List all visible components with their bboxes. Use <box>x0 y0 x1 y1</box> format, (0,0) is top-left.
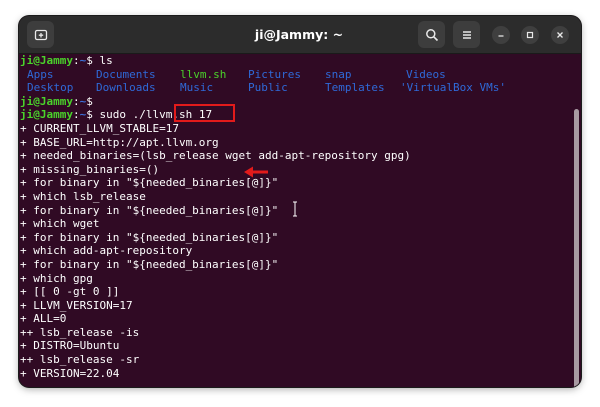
window-title: ji@Jammy: ~ <box>254 27 344 42</box>
highlight-box <box>174 104 235 122</box>
prompt-separator: : <box>72 108 80 122</box>
prompt-user: ji@Jammy <box>20 54 73 67</box>
ls-item-directory: 'VirtualBox VMs' <box>400 81 506 95</box>
search-icon <box>425 28 438 41</box>
ls-item-directory: Apps <box>27 67 54 81</box>
terminal-window: ji@Jammy: ~ ji@Jammy:~$ ls Apps Document… <box>19 16 581 387</box>
ls-item-directory: Music <box>180 81 214 95</box>
output-line: + which add-apt-repository <box>20 244 193 258</box>
output-line: + BASE_URL=http://apt.llvm.org <box>20 135 219 149</box>
ls-item-directory: Pictures <box>248 67 301 81</box>
output-line: + CURRENT_LLVM_STABLE=17 <box>20 121 179 135</box>
ls-item-directory: Templates <box>325 81 385 95</box>
close-button[interactable] <box>551 26 569 44</box>
prompt-separator: : <box>72 94 80 108</box>
output-line: + VERSION=22.04 <box>20 366 120 380</box>
output-line: + DISTRO=Ubuntu <box>20 339 120 353</box>
output-line: + ALL=0 <box>20 312 67 326</box>
maximize-icon <box>526 31 534 39</box>
ls-output-row: Apps Documents llvm.sh Pictures snap Vid… <box>20 68 572 82</box>
ls-item-directory: Downloads <box>96 81 156 95</box>
ls-item-directory: Videos <box>406 67 446 81</box>
minimize-button[interactable] <box>492 26 510 44</box>
ls-item-directory: Desktop <box>27 81 74 95</box>
ls-output-row: Desktop Downloads Music Public Templates… <box>20 81 572 95</box>
output-line: + for binary in "${needed_binaries[@]}" <box>20 176 279 190</box>
new-tab-button[interactable] <box>27 21 54 48</box>
red-arrow-icon <box>244 166 268 178</box>
output-line: + for binary in "${needed_binaries[@]}" <box>20 257 279 271</box>
terminal-output[interactable]: ji@Jammy:~$ ls Apps Documents llvm.sh Pi… <box>19 54 572 387</box>
search-button[interactable] <box>418 21 445 48</box>
prompt-symbol: $ <box>86 54 93 67</box>
text-cursor-icon <box>293 201 297 217</box>
prompt-user: ji@Jammy <box>20 94 73 108</box>
maximize-button[interactable] <box>521 26 539 44</box>
prompt-line: ji@Jammy:~$ sudo ./llvm.sh 17 <box>20 108 572 122</box>
menu-button[interactable] <box>453 21 480 48</box>
output-line: + which gpg <box>20 271 93 285</box>
prompt-line: ji@Jammy:~$ ls <box>20 54 572 68</box>
scrollbar[interactable] <box>572 54 581 387</box>
output-line: + for binary in "${needed_binaries[@]}" <box>20 230 279 244</box>
prompt-symbol: $ <box>86 94 93 108</box>
hamburger-menu-icon <box>462 30 471 39</box>
output-line: ++ lsb_release -is <box>20 325 140 339</box>
ls-item-executable: llvm.sh <box>180 67 227 81</box>
new-tab-icon <box>34 29 47 40</box>
prompt-separator: : <box>72 54 80 67</box>
scrollbar-thumb[interactable] <box>574 109 579 387</box>
minimize-icon <box>498 35 504 37</box>
output-line: + needed_binaries=(lsb_release wget add-… <box>20 149 411 163</box>
output-line: + missing_binaries=() <box>20 162 160 176</box>
ls-item-directory: Public <box>248 81 288 95</box>
close-icon <box>557 32 563 38</box>
ls-item-directory: Documents <box>96 67 156 81</box>
output-line: + which wget <box>20 217 100 231</box>
output-line: ++ lsb_release -sr <box>20 353 140 367</box>
output-line: + LLVM_VERSION=17 <box>20 298 133 312</box>
title-bar: ji@Jammy: ~ <box>19 16 581 54</box>
prompt-user: ji@Jammy <box>20 108 73 122</box>
script-trace-output: + CURRENT_LLVM_STABLE=17 + BASE_URL=http… <box>20 122 572 380</box>
ls-item-directory: snap <box>325 67 352 81</box>
output-line: + [[ 0 -gt 0 ]] <box>20 285 120 299</box>
prompt-symbol: $ <box>86 108 93 122</box>
prompt-line: ji@Jammy:~$ <box>20 95 572 109</box>
command-text: ls <box>99 54 113 67</box>
